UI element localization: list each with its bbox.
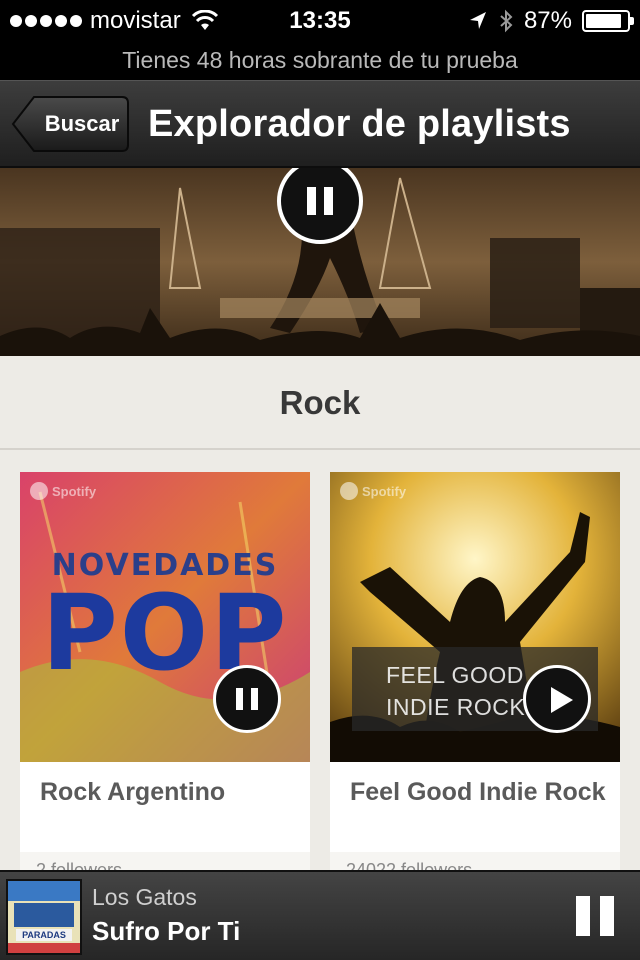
- spotify-watermark: Spotify: [30, 482, 96, 500]
- playlist-play-button[interactable]: [523, 665, 591, 733]
- now-playing-bar[interactable]: PARADAS Los Gatos Sufro Por Ti: [0, 870, 640, 960]
- now-playing-track: Sufro Por Ti: [92, 916, 241, 946]
- spotify-logo-icon: [30, 482, 48, 500]
- trial-banner: Tienes 48 horas sobrante de tu prueba: [0, 40, 640, 80]
- battery-percent: 87%: [523, 7, 572, 34]
- back-button[interactable]: Buscar: [10, 95, 130, 153]
- pause-bar-right: [600, 896, 614, 936]
- page-title: Explorador de playlists: [148, 103, 571, 145]
- battery-fill: [586, 14, 621, 28]
- bluetooth-icon: [500, 9, 513, 33]
- now-playing-pause-button[interactable]: [576, 896, 616, 936]
- back-button-label: Buscar: [44, 111, 120, 136]
- cover-brand: Spotify: [52, 483, 97, 499]
- album-art: PARADAS: [8, 881, 80, 953]
- now-playing-artist: Los Gatos: [92, 884, 197, 910]
- battery-icon: [582, 10, 634, 32]
- playlist-card[interactable]: Spotify FEEL GOOD INDIE ROCK Feel Good I…: [330, 472, 620, 892]
- playlist-cover: Spotify FEEL GOOD INDIE ROCK: [330, 472, 620, 762]
- playlist-title: Feel Good Indie Rock: [350, 778, 606, 806]
- pause-icon: [236, 688, 258, 710]
- cover-brand: Spotify: [362, 483, 407, 499]
- album-art-caption: PARADAS: [22, 930, 66, 940]
- playlist-card[interactable]: Spotify NOVEDADES POP Rock Argentino 2 f…: [20, 472, 310, 892]
- playlist-title: Rock Argentino: [40, 778, 226, 806]
- app-screen: movistar 13:35 87% Tienes 48 horas sobra…: [0, 0, 640, 960]
- navigation-bar: Buscar Explorador de playlists: [0, 80, 640, 168]
- pause-bar-left: [576, 896, 590, 936]
- playlist-pause-button[interactable]: [213, 665, 281, 733]
- section-title: Rock: [279, 384, 361, 421]
- pause-icon: [307, 187, 333, 215]
- location-arrow-icon: [469, 12, 486, 29]
- playlist-cover: Spotify NOVEDADES POP: [20, 472, 310, 762]
- spotify-logo-icon: [340, 482, 358, 500]
- play-icon: [551, 687, 573, 713]
- spotify-watermark: Spotify: [340, 482, 406, 500]
- status-bar: movistar 13:35 87%: [0, 0, 640, 40]
- status-right: 87%: [468, 7, 634, 35]
- now-playing-artwork[interactable]: PARADAS: [6, 879, 82, 955]
- section-header: Rock: [0, 356, 640, 450]
- hero-banner[interactable]: [0, 168, 640, 356]
